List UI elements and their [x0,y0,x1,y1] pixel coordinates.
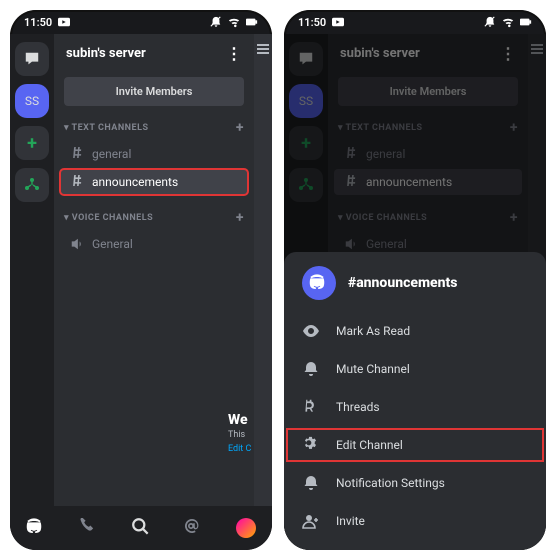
member-list-toggle[interactable] [254,34,272,506]
sheet-title: #announcements [348,275,457,291]
thread-icon [302,398,320,416]
add-text-channel-button[interactable]: + [236,120,244,136]
action-invite[interactable]: Invite [284,502,546,540]
hash-icon [70,147,84,161]
call-icon [79,517,99,537]
discover-hub-button[interactable] [15,168,49,202]
battery-icon [246,16,258,28]
server-initials: SS [25,94,39,108]
status-bar: 11:50 [284,10,546,34]
wifi-icon [228,16,240,28]
server-icon-current[interactable]: SS [289,84,323,118]
bottom-nav [10,506,272,550]
nav-mentions[interactable] [183,517,203,540]
action-mark-as-read[interactable]: Mark As Read [284,312,546,350]
voice-channel-general[interactable]: General [60,231,248,257]
youtube-icon [332,16,344,28]
action-notification-settings[interactable]: Notification Settings [284,464,546,502]
invite-members-button[interactable]: Invite Members [64,77,244,106]
channel-actions-sheet: #announcements Mark As Read Mute Channel… [284,252,546,550]
search-icon [131,517,151,537]
nav-search[interactable] [131,517,151,540]
screenshot-left: 11:50 SS + subin's server ⋮ [10,10,272,550]
eye-icon [302,322,320,340]
hamburger-icon [257,44,269,54]
action-edit-channel[interactable]: Edit Channel [284,426,546,464]
add-server-button[interactable]: + [289,126,323,160]
discord-icon [309,273,329,293]
action-mute-channel[interactable]: Mute Channel [284,350,546,388]
server-name[interactable]: subin's server [66,46,146,61]
messages-button[interactable] [289,42,323,76]
battery-icon [520,16,532,28]
bell-icon [302,474,320,492]
status-bar: 11:50 [10,10,272,34]
add-server-button[interactable]: + [15,126,49,160]
sheet-channel-icon [302,266,336,300]
server-menu-button[interactable]: ⋮ [226,44,242,63]
message-icon [24,51,40,67]
speaker-icon [70,237,84,251]
server-icon-current[interactable]: SS [15,84,49,118]
nav-profile[interactable] [236,518,256,538]
channel-announcements[interactable]: announcements [60,169,248,195]
action-threads[interactable]: Threads [284,388,546,426]
bell-off-icon [210,16,222,28]
messages-button[interactable] [15,42,49,76]
youtube-icon [58,16,70,28]
category-text-channels[interactable]: ▾ TEXT CHANNELS + [54,116,254,140]
welcome-card-peek: We This Edit C [228,412,258,454]
category-voice-channels[interactable]: ▾ VOICE CHANNELS + [54,206,254,230]
nav-friends[interactable] [79,517,99,540]
discord-icon [26,517,46,537]
status-time: 11:50 [24,16,52,29]
server-list: SS + [10,34,54,506]
add-voice-channel-button[interactable]: + [236,210,244,226]
hub-icon [23,176,41,194]
channel-list: subin's server ⋮ Invite Members ▾ TEXT C… [54,34,254,506]
avatar [236,518,256,538]
at-icon [183,517,203,537]
channel-general[interactable]: general [60,141,248,167]
gear-icon [302,436,320,454]
nav-home[interactable] [26,517,46,540]
bell-off-icon [484,16,496,28]
bell-icon [302,360,320,378]
wifi-icon [502,16,514,28]
screenshot-right: 11:50 SS + subin's server ⋮ [284,10,546,550]
add-user-icon [302,512,320,530]
status-time: 11:50 [298,16,326,29]
hash-icon [70,175,84,189]
discover-hub-button[interactable] [289,168,323,202]
